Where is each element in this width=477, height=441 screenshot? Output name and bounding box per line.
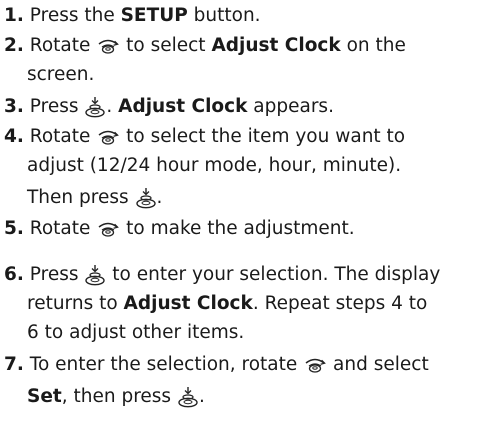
press-knob-icon	[84, 96, 106, 118]
step-2: 2. Rotate to select Adjust Clock on the …	[4, 35, 406, 85]
step-5: 5. Rotate to make the adjustment.	[4, 218, 355, 239]
step-7: 7. To enter the selection, rotate and se…	[4, 354, 429, 408]
step-number: 7.	[4, 354, 24, 375]
adjust-clock-keyword: Adjust Clock	[211, 35, 341, 56]
adjust-clock-keyword: Adjust Clock	[123, 293, 253, 314]
step-6: 6. Press to enter your selection. The di…	[4, 264, 441, 343]
set-keyword: Set	[27, 386, 62, 407]
instruction-steps: 1. Press the SETUP button. 2. Rotate to …	[0, 0, 477, 441]
step-1: 1. Press the SETUP button.	[4, 5, 261, 26]
step-number: 3.	[4, 96, 24, 117]
rotate-knob-icon	[303, 355, 327, 375]
step-number: 2.	[4, 35, 24, 56]
rotate-knob-icon	[96, 36, 120, 56]
step-number: 5.	[4, 218, 24, 239]
step-number: 1.	[4, 5, 24, 26]
step-3: 3. Press . Adjust Clock appears.	[4, 96, 334, 118]
press-knob-icon	[84, 264, 106, 286]
step-4: 4. Rotate to select the item you want to…	[4, 126, 406, 209]
press-knob-icon	[135, 187, 157, 209]
rotate-knob-icon	[96, 127, 120, 147]
step-number: 4.	[4, 126, 24, 147]
press-knob-icon	[177, 386, 199, 408]
rotate-knob-icon	[96, 219, 120, 239]
step-number: 6.	[4, 264, 24, 285]
setup-keyword: SETUP	[120, 5, 188, 26]
adjust-clock-keyword: Adjust Clock	[118, 96, 248, 117]
